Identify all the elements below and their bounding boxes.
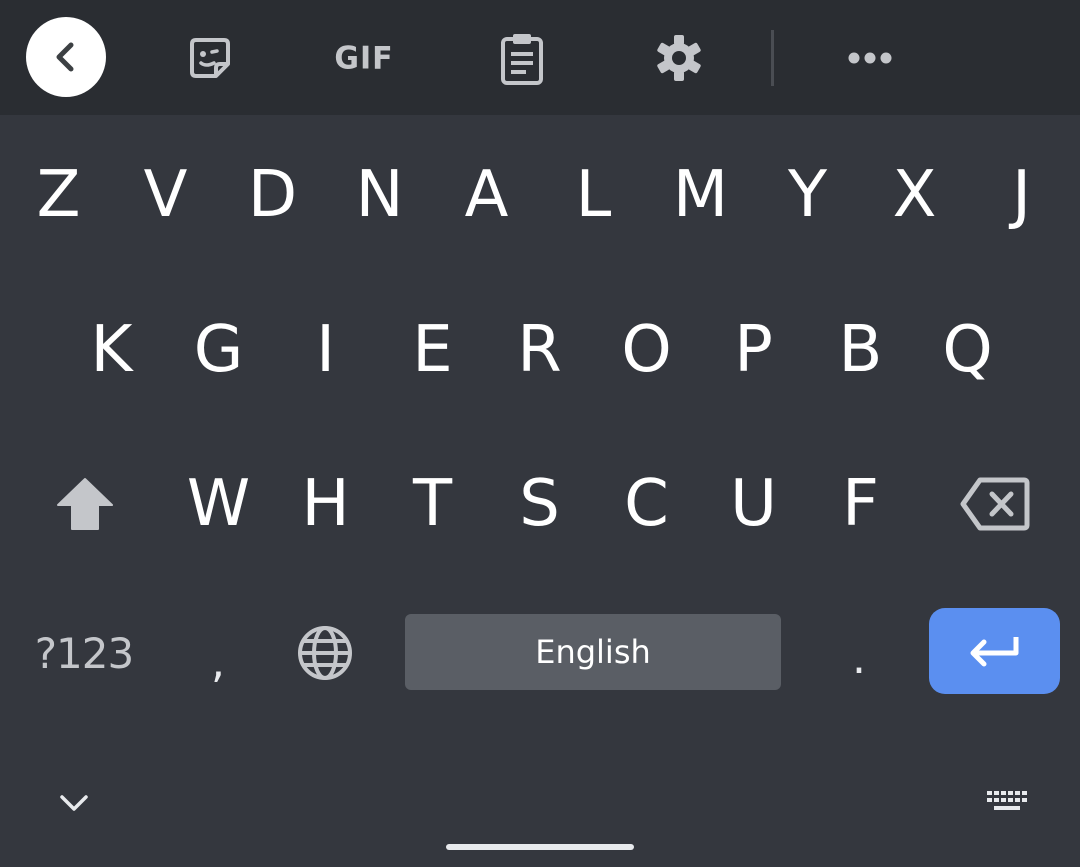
key-v[interactable]: V (112, 125, 219, 265)
key-o[interactable]: O (593, 280, 700, 420)
key-n[interactable]: N (326, 125, 433, 265)
key-r[interactable]: R (486, 280, 593, 420)
home-indicator[interactable] (446, 844, 634, 850)
comma-label: , (211, 636, 225, 688)
switch-keyboard-button[interactable] (976, 776, 1038, 830)
keyboard: GI F Z V D N A L M Y X J K G I E R O P B … (0, 0, 1080, 867)
comma-key[interactable]: , (170, 610, 266, 696)
period-label: . (852, 632, 866, 684)
key-h[interactable]: H (272, 434, 379, 574)
key-z[interactable]: Z (5, 125, 112, 265)
key-l[interactable]: L (540, 125, 647, 265)
chevron-down-icon (59, 793, 89, 813)
language-key[interactable] (276, 610, 374, 696)
enter-key[interactable] (929, 608, 1060, 694)
key-q[interactable]: Q (914, 280, 1021, 420)
backspace-icon (960, 477, 1030, 531)
hide-keyboard-button[interactable] (44, 776, 104, 830)
key-y[interactable]: Y (754, 125, 861, 265)
key-u[interactable]: U (700, 434, 807, 574)
key-c[interactable]: C (593, 434, 700, 574)
key-b[interactable]: B (807, 280, 914, 420)
key-p[interactable]: P (700, 280, 807, 420)
key-s[interactable]: S (486, 434, 593, 574)
gif-button[interactable]: GIF (318, 30, 410, 86)
keyboard-toolbar: GIF (0, 0, 1080, 115)
key-f[interactable]: F (807, 434, 914, 574)
symbols-key[interactable]: ?123 (22, 610, 146, 696)
clipboard-button[interactable] (492, 28, 552, 88)
settings-button[interactable] (649, 28, 709, 88)
key-d[interactable]: D (219, 125, 326, 265)
key-k[interactable]: K (58, 280, 165, 420)
space-bar[interactable]: English (405, 614, 781, 690)
key-m[interactable]: M (647, 125, 754, 265)
key-x[interactable]: X (861, 125, 968, 265)
toolbar-divider (771, 30, 774, 86)
key-t[interactable]: T (379, 434, 486, 574)
symbols-label: ?123 (34, 628, 134, 678)
more-horizontal-icon (846, 51, 894, 65)
backspace-key[interactable] (940, 434, 1050, 574)
gif-label: GIF (334, 39, 394, 77)
clipboard-icon (499, 31, 545, 85)
key-g[interactable]: G (165, 280, 272, 420)
gear-icon (654, 33, 704, 83)
shift-key[interactable] (30, 434, 140, 574)
keyboard-icon (985, 789, 1029, 817)
key-e[interactable]: E (379, 280, 486, 420)
sticker-icon (186, 34, 234, 82)
key-i[interactable]: I (272, 280, 379, 420)
period-key[interactable]: . (810, 610, 908, 696)
space-label: English (535, 633, 651, 671)
chevron-left-icon (51, 39, 81, 75)
back-button[interactable] (26, 17, 106, 97)
key-a[interactable]: A (433, 125, 540, 265)
more-button[interactable] (840, 36, 900, 80)
globe-icon (296, 624, 354, 682)
key-j[interactable]: J (968, 125, 1075, 265)
sticker-button[interactable] (180, 30, 240, 86)
shift-icon (56, 477, 114, 531)
key-w[interactable]: W (165, 434, 272, 574)
enter-icon (968, 634, 1022, 668)
